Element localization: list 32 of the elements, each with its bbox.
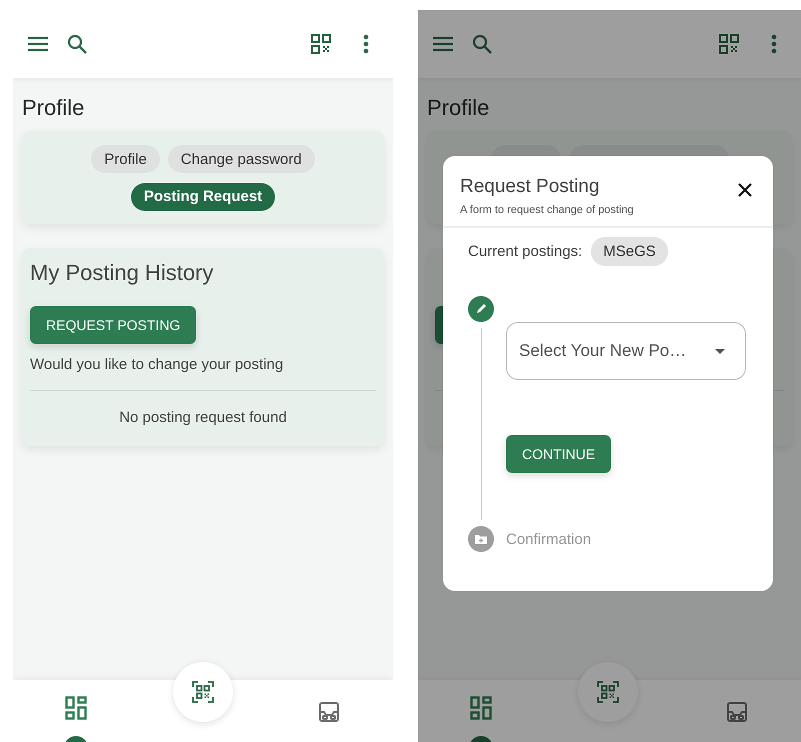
tab[interactable]: Change password xyxy=(168,145,315,173)
dialog-title: Request Posting xyxy=(460,176,600,198)
scan-icon xyxy=(192,681,214,703)
storage-icon[interactable] xyxy=(319,702,339,722)
empty-message: No posting request found xyxy=(118,409,288,426)
more-icon[interactable] xyxy=(363,34,369,54)
more-icon[interactable] xyxy=(771,34,777,54)
close-icon[interactable] xyxy=(737,182,753,198)
menu-icon[interactable] xyxy=(27,36,49,52)
dropdown-icon xyxy=(715,348,725,354)
search-icon[interactable] xyxy=(67,34,87,54)
storage-icon[interactable] xyxy=(727,702,747,722)
page-title: Profile xyxy=(427,95,490,121)
tab[interactable]: Profile xyxy=(91,145,160,173)
section-title: My Posting History xyxy=(30,260,214,287)
posting-select[interactable]: Select Your New Po… xyxy=(506,322,746,380)
posting-chip: MSeGS xyxy=(591,237,668,266)
page-title: Profile xyxy=(22,95,86,121)
search-icon[interactable] xyxy=(472,34,492,54)
qr-code-icon[interactable] xyxy=(311,34,331,54)
dashboard-icon[interactable] xyxy=(65,696,87,720)
scan-icon xyxy=(597,681,619,703)
current-postings-label: Current postings: xyxy=(468,243,582,260)
step-label: Confirmation xyxy=(506,530,592,548)
tab[interactable]: Posting Request xyxy=(130,182,276,210)
dashboard-icon[interactable] xyxy=(470,696,492,720)
continue-button[interactable]: CONTINUE xyxy=(506,435,612,473)
prompt-text: Would you like to change your posting xyxy=(30,356,284,375)
qr-code-icon[interactable] xyxy=(719,34,739,54)
menu-icon[interactable] xyxy=(432,36,454,52)
dialog-subtitle: A form to request change of posting xyxy=(460,204,634,216)
request-posting-button[interactable]: REQUEST POSTING xyxy=(30,306,196,344)
